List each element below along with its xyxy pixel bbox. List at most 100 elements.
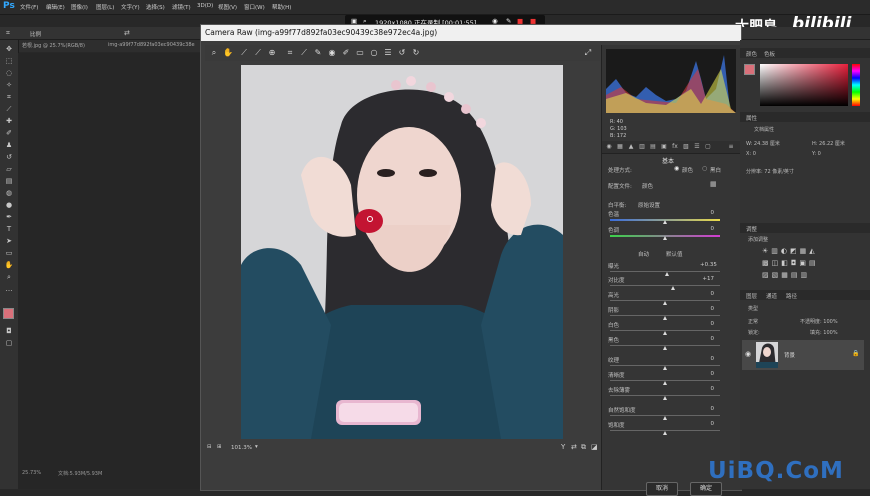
slider-value-5[interactable]: 0 <box>700 306 715 312</box>
rotate-left-icon[interactable]: ↺ <box>397 48 407 58</box>
color-sampler-icon[interactable]: ⟋ <box>253 48 263 58</box>
tab-calibration-icon[interactable]: ▧ <box>681 143 691 151</box>
tab-snapshots-icon[interactable]: ▢ <box>703 143 713 151</box>
cancel-button[interactable]: 取消 <box>646 482 678 496</box>
stamp-tool-icon[interactable]: ♟ <box>4 142 14 149</box>
tab-split-toning-icon[interactable]: ▤ <box>648 143 658 151</box>
tab-hsl-icon[interactable]: ▥ <box>637 143 647 151</box>
adjust-icons-row-3[interactable]: ▨▧▦▤▥ <box>762 271 822 279</box>
hue-slider[interactable] <box>852 64 860 106</box>
tab-effects-icon[interactable]: fx <box>670 143 680 151</box>
foreground-swatch[interactable] <box>744 64 755 75</box>
slider-value-9[interactable]: 0 <box>700 371 715 377</box>
foreground-color-swatch[interactable] <box>3 308 14 319</box>
white-balance-icon[interactable]: ⟋ <box>239 48 249 58</box>
slider-thumb-11[interactable] <box>662 416 667 420</box>
tab-layers[interactable]: 图层 <box>746 292 757 300</box>
layer-name[interactable]: 背景 <box>784 351 795 359</box>
tab-document-2[interactable]: img-a99f77d892fa03ec90439c38e <box>108 42 195 48</box>
profile-browser-icon[interactable]: ▦ <box>710 180 717 188</box>
layer-kind-filter[interactable]: 类型 <box>748 305 758 312</box>
menu-file[interactable]: 文件(F) <box>20 3 38 11</box>
layer-row[interactable]: ◉ 背景 🔒 <box>742 340 864 370</box>
visibility-eye-icon[interactable]: ◉ <box>745 350 751 358</box>
slider-value-0[interactable]: 0 <box>700 210 715 216</box>
slider-thumb-5[interactable] <box>662 316 667 320</box>
red-eye-icon[interactable]: ◉ <box>327 48 337 58</box>
healing-brush-icon[interactable]: ✚ <box>4 118 14 125</box>
slider-thumb-10[interactable] <box>662 396 667 400</box>
swap-settings-icon[interactable]: ⇄ <box>571 443 577 451</box>
spot-removal-icon[interactable]: ✎ <box>313 48 323 58</box>
tab-color[interactable]: 颜色 <box>746 50 757 58</box>
crop-icon[interactable]: ⌗ <box>285 48 295 58</box>
fullscreen-icon[interactable]: ⤢ <box>583 48 593 58</box>
slider-thumb-12[interactable] <box>662 431 667 435</box>
zoom-level[interactable]: 101.3% <box>231 445 252 451</box>
toggle-preview-icon[interactable]: ◪ <box>591 443 598 451</box>
slider-track-3[interactable] <box>610 285 720 286</box>
menu-help[interactable]: 帮助(H) <box>272 3 291 11</box>
zoom-dropdown-icon[interactable]: ▾ <box>255 444 258 450</box>
rotate-right-icon[interactable]: ↻ <box>411 48 421 58</box>
lasso-tool-icon[interactable]: ◌ <box>4 70 14 77</box>
crop-ratio-select[interactable]: 比例 <box>30 30 41 38</box>
slider-value-10[interactable]: 0 <box>700 386 715 392</box>
tab-channels[interactable]: 通道 <box>766 292 777 300</box>
move-tool-icon[interactable]: ✥ <box>4 46 14 53</box>
tab-presets-icon[interactable]: ☰ <box>692 143 702 151</box>
menu-3d[interactable]: 3D(D) <box>197 3 213 9</box>
eyedropper-icon[interactable]: ⟋ <box>4 106 14 113</box>
color-picker-field[interactable] <box>760 64 848 106</box>
graduated-filter-icon[interactable]: ▭ <box>355 48 365 58</box>
menu-type[interactable]: 文字(Y) <box>121 3 140 11</box>
slider-value-7[interactable]: 0 <box>700 336 715 342</box>
white-balance-select[interactable]: 原始设置 <box>638 201 660 209</box>
preferences-icon[interactable]: ☰ <box>383 48 393 58</box>
menu-view[interactable]: 视图(V) <box>218 3 237 11</box>
swap-icon[interactable]: ⇄ <box>124 29 130 37</box>
menu-select[interactable]: 选择(S) <box>146 3 165 11</box>
rectangle-tool-icon[interactable]: ▭ <box>4 250 14 257</box>
crop-tool-icon[interactable]: ⌗ <box>4 94 14 101</box>
slider-value-4[interactable]: 0 <box>700 291 715 297</box>
zoom-in-button[interactable]: ⊞ <box>217 444 222 450</box>
menu-window[interactable]: 窗口(W) <box>244 3 265 11</box>
tab-basic-icon[interactable]: ◉ <box>604 143 614 151</box>
pen-tool-icon[interactable]: ✒ <box>4 214 14 221</box>
menu-image[interactable]: 图像(I) <box>71 3 88 11</box>
slider-thumb-8[interactable] <box>662 366 667 370</box>
slider-thumb-6[interactable] <box>662 331 667 335</box>
menu-filter[interactable]: 滤镜(T) <box>172 3 191 11</box>
slider-value-8[interactable]: 0 <box>700 356 715 362</box>
path-select-icon[interactable]: ➤ <box>4 238 14 245</box>
eraser-tool-icon[interactable]: ▱ <box>4 166 14 173</box>
slider-value-3[interactable]: +17 <box>700 276 714 282</box>
radial-filter-icon[interactable]: ○ <box>369 48 379 58</box>
crop-tool-icon[interactable]: ⌗ <box>6 29 10 38</box>
hand-tool-icon[interactable]: ✋ <box>4 262 14 269</box>
copy-settings-icon[interactable]: ⧉ <box>581 443 586 452</box>
slider-thumb-3[interactable] <box>671 286 676 290</box>
opacity-field[interactable]: 不透明度: 100% <box>800 318 838 325</box>
type-tool-icon[interactable]: T <box>4 226 14 233</box>
ok-button[interactable]: 确定 <box>690 482 722 496</box>
screen-mode-icon[interactable]: ▢ <box>4 340 14 347</box>
tab-swatches[interactable]: 色板 <box>764 50 775 58</box>
slider-value-12[interactable]: 0 <box>700 421 715 427</box>
before-after-view-icon[interactable]: Y <box>561 443 565 451</box>
adjust-icons-row-2[interactable]: ▩◫◧◘▣▤ <box>762 259 822 267</box>
default-button[interactable]: 默认值 <box>666 250 683 258</box>
treatment-color-radio[interactable]: ◉ <box>674 165 679 172</box>
adjust-brush-icon[interactable]: ✐ <box>341 48 351 58</box>
tab-curve-icon[interactable]: ▦ <box>615 143 625 151</box>
quick-mask-icon[interactable]: ◘ <box>4 328 14 335</box>
brush-tool-icon[interactable]: ✐ <box>4 130 14 137</box>
slider-value-6[interactable]: 0 <box>700 321 715 327</box>
dodge-tool-icon[interactable]: ● <box>4 202 14 209</box>
slider-thumb-9[interactable] <box>662 381 667 385</box>
adjust-icons-row-1[interactable]: ☀▥◐◩▦◭ <box>762 247 822 255</box>
auto-button[interactable]: 自动 <box>638 250 649 258</box>
history-brush-icon[interactable]: ↺ <box>4 154 14 161</box>
slider-thumb-2[interactable] <box>664 272 669 276</box>
